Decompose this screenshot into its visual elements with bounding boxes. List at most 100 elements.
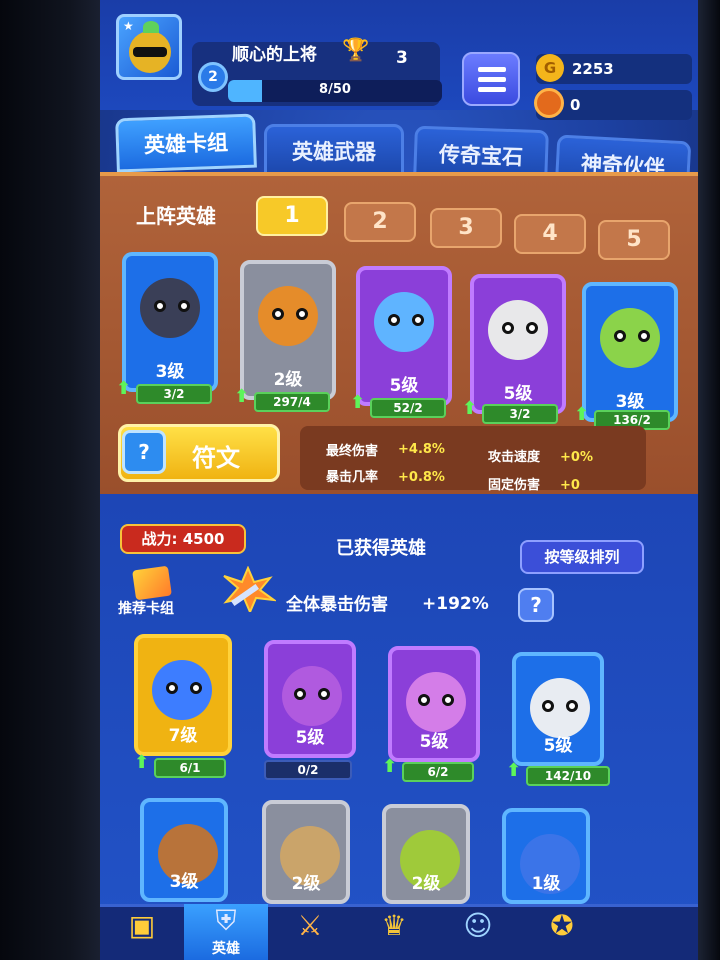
upgrade-arrow-icon: ⬆ <box>382 756 398 777</box>
hero-eye <box>166 682 178 694</box>
hero-eye <box>388 314 400 326</box>
guild-shield-icon: ♛ <box>381 909 407 942</box>
friends-icon: ☺ <box>463 909 493 942</box>
gem-icon <box>534 88 564 118</box>
xp-text: 8/50 <box>319 82 351 97</box>
hero-portrait <box>374 292 434 352</box>
nav-battle[interactable]: ⚔ <box>268 904 352 960</box>
hero-card-progress: 3/2 <box>482 404 558 424</box>
tab-hero-deck[interactable]: 英雄卡组 <box>115 113 257 173</box>
gold-value: 2253 <box>572 60 614 78</box>
hero-eye <box>318 688 330 700</box>
device-bezel-right <box>698 0 720 960</box>
menu-button[interactable] <box>462 52 520 106</box>
star-icon: ★ <box>123 19 134 33</box>
help-button[interactable]: ? <box>518 588 554 622</box>
sort-by-level-button[interactable]: 按等级排列 <box>520 540 644 574</box>
sprout-icon <box>143 21 159 33</box>
lineup-hero-card-3[interactable]: 5级 <box>356 266 452 406</box>
hero-card-progress: 6/2 <box>402 762 474 782</box>
hero-card-progress: 6/1 <box>154 758 226 778</box>
nav-friends[interactable]: ☺ <box>436 904 520 960</box>
tab-hero-weapons[interactable]: 英雄武器 <box>264 124 404 178</box>
stat-value-attack-speed: +0% <box>560 450 593 465</box>
owned-hero-card[interactable]: 3级 <box>140 798 228 902</box>
hero-level: 2级 <box>273 370 303 390</box>
combat-power-badge: 战力: 4500 <box>120 524 246 554</box>
recommended-deck-label[interactable]: 推荐卡组 <box>118 598 174 618</box>
menu-icon-line <box>478 77 506 82</box>
compass-icon: ✪ <box>550 909 574 942</box>
owned-hero-card[interactable]: 7级 <box>134 634 232 756</box>
hero-eye <box>294 688 306 700</box>
hero-eye <box>502 322 514 334</box>
hero-level: 5级 <box>389 376 419 396</box>
hero-eye <box>638 330 650 342</box>
lineup-hero-card-4[interactable]: 5级 <box>470 274 566 414</box>
hero-portrait <box>282 666 342 726</box>
sunglasses-icon <box>133 47 167 57</box>
lineup-hero-card-5[interactable]: 3级 <box>582 282 678 422</box>
recommended-deck-icon[interactable] <box>132 565 172 601</box>
menu-icon-line <box>478 87 506 92</box>
nav-heroes[interactable]: ⛨ 英雄 <box>184 904 268 960</box>
hero-eye <box>526 322 538 334</box>
hero-level: 3级 <box>155 362 185 382</box>
lineup-slot-2[interactable]: 2 <box>344 202 416 242</box>
global-crit-damage-label: 全体暴击伤害 <box>286 595 388 615</box>
lineup-slot-1[interactable]: 1 <box>256 196 328 236</box>
hero-eye <box>178 300 190 312</box>
hero-card-progress: 142/10 <box>526 766 610 786</box>
nav-guild[interactable]: ♛ <box>352 904 436 960</box>
owned-hero-card[interactable]: 5级 <box>264 640 356 758</box>
hero-level: 7级 <box>168 726 198 746</box>
upgrade-arrow-icon: ⬆ <box>462 398 478 419</box>
hero-eye <box>412 314 424 326</box>
nav-heroes-label: 英雄 <box>212 941 240 957</box>
upgrade-arrow-icon: ⬆ <box>574 404 590 425</box>
hero-level: 5级 <box>295 728 325 748</box>
owned-hero-card[interactable]: 1级 <box>502 808 590 904</box>
lineup-slot-4[interactable]: 4 <box>514 214 586 254</box>
player-level-badge: 2 <box>198 62 228 92</box>
gold-coin-icon: G <box>536 54 564 82</box>
hero-level: 5级 <box>543 736 573 756</box>
global-crit-damage-value: +192% <box>422 594 489 614</box>
upgrade-arrow-icon: ⬆ <box>506 760 522 781</box>
owned-hero-card[interactable]: 2级 <box>382 804 470 904</box>
hero-level: 3级 <box>615 392 645 412</box>
hero-card-progress: 297/4 <box>254 392 330 412</box>
lineup-title: 上阵英雄 <box>136 204 216 228</box>
lineup-slot-3[interactable]: 3 <box>430 208 502 248</box>
knight-helmet-icon: ⛨ <box>215 904 237 937</box>
hero-level: 5级 <box>419 732 449 752</box>
upgrade-arrow-icon: ⬆ <box>234 386 250 407</box>
upgrade-arrow-icon: ⬆ <box>134 752 150 773</box>
xp-bar: 8/50 <box>228 80 442 102</box>
hero-level: 3级 <box>169 872 199 892</box>
player-avatar[interactable]: ★ <box>116 14 182 80</box>
hero-card-progress: 52/2 <box>370 398 446 418</box>
rune-gem-icon: ? <box>122 430 166 474</box>
owned-hero-card[interactable]: 5级 <box>388 646 480 762</box>
nav-shop[interactable]: ▣ <box>100 904 184 960</box>
hero-level: 2级 <box>411 874 441 894</box>
treasure-chest-icon: ▣ <box>128 909 156 942</box>
device-bezel-left <box>0 0 100 960</box>
hero-portrait <box>258 286 318 346</box>
hero-eye <box>614 330 626 342</box>
hero-portrait <box>488 300 548 360</box>
trophy-count: 3 <box>396 48 408 68</box>
lineup-hero-card-1[interactable]: 3级 <box>122 252 218 392</box>
owned-hero-card[interactable]: 2级 <box>262 800 350 904</box>
lineup-hero-card-2[interactable]: 2级 <box>240 260 336 400</box>
nav-explore[interactable]: ✪ <box>520 904 604 960</box>
stat-label-final-damage: 最终伤害 <box>326 444 379 459</box>
trophy-icon: 🏆 <box>342 38 370 63</box>
hero-eye <box>190 682 202 694</box>
upgrade-arrow-icon: ⬆ <box>116 378 132 399</box>
lineup-slot-5[interactable]: 5 <box>598 220 670 260</box>
hero-eye <box>296 308 308 320</box>
owned-hero-card[interactable]: 5级 <box>512 652 604 766</box>
upgrade-arrow-icon: ⬆ <box>350 392 366 413</box>
